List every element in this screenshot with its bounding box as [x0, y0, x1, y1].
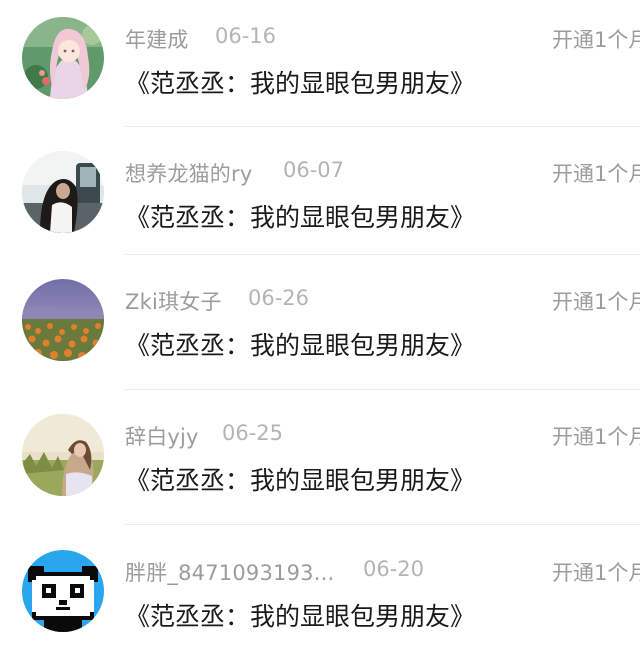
comment-text: 《范丞丞：我的显眼包男朋友》: [125, 203, 476, 232]
username[interactable]: Zki琪女子: [125, 286, 222, 316]
comment-text: 《范丞丞：我的显眼包男朋友》: [125, 466, 476, 495]
comment-text: 《范丞丞：我的显眼包男朋友》: [125, 331, 476, 360]
comment-date: 06-25: [222, 421, 284, 445]
username[interactable]: 胖胖_8471093193...: [125, 557, 334, 587]
girl-in-meadow-avatar[interactable]: [22, 414, 104, 496]
username[interactable]: 想养龙猫的ry: [125, 158, 252, 188]
list-item[interactable]: Zki琪女子 06-26 《范丞丞：我的显眼包男朋友》 开通1个月: [0, 256, 640, 390]
username[interactable]: 年建成: [125, 24, 189, 54]
username[interactable]: 辞白yjy: [125, 421, 199, 451]
subscription-label: 开通1个月: [552, 162, 640, 186]
comment-text: 《范丞丞：我的显眼包男朋友》: [125, 602, 476, 631]
divider: [125, 389, 640, 390]
panda-avatar[interactable]: [22, 550, 104, 632]
divider: [125, 254, 640, 255]
comment-date: 06-26: [248, 286, 310, 310]
subscription-label: 开通1个月: [552, 425, 640, 449]
divider: [125, 126, 640, 127]
comment-text: 《范丞丞：我的显眼包男朋友》: [125, 69, 476, 98]
comment-date: 06-16: [215, 24, 277, 48]
comment-date: 06-07: [283, 158, 345, 182]
divider: [125, 524, 640, 525]
flower-field-avatar[interactable]: [22, 279, 104, 361]
list-item[interactable]: 想养龙猫的ry 06-07 《范丞丞：我的显眼包男朋友》 开通1个月: [0, 128, 640, 262]
subscription-label: 开通1个月: [552, 561, 640, 585]
list-item[interactable]: 胖胖_8471093193... 06-20 《范丞丞：我的显眼包男朋友》 开通…: [0, 527, 640, 661]
list-item[interactable]: 辞白yjy 06-25 《范丞丞：我的显眼包男朋友》 开通1个月: [0, 391, 640, 525]
girl-in-car-avatar[interactable]: [22, 151, 104, 233]
list-item[interactable]: 年建成 06-16 《范丞丞：我的显眼包男朋友》 开通1个月: [0, 0, 640, 128]
subscription-label: 开通1个月: [552, 28, 640, 52]
comment-date: 06-20: [363, 557, 425, 581]
anime-princess-avatar[interactable]: [22, 17, 104, 99]
subscription-label: 开通1个月: [552, 290, 640, 314]
comment-list: 年建成 06-16 《范丞丞：我的显眼包男朋友》 开通1个月 想养龙猫的ry 0…: [0, 0, 640, 659]
